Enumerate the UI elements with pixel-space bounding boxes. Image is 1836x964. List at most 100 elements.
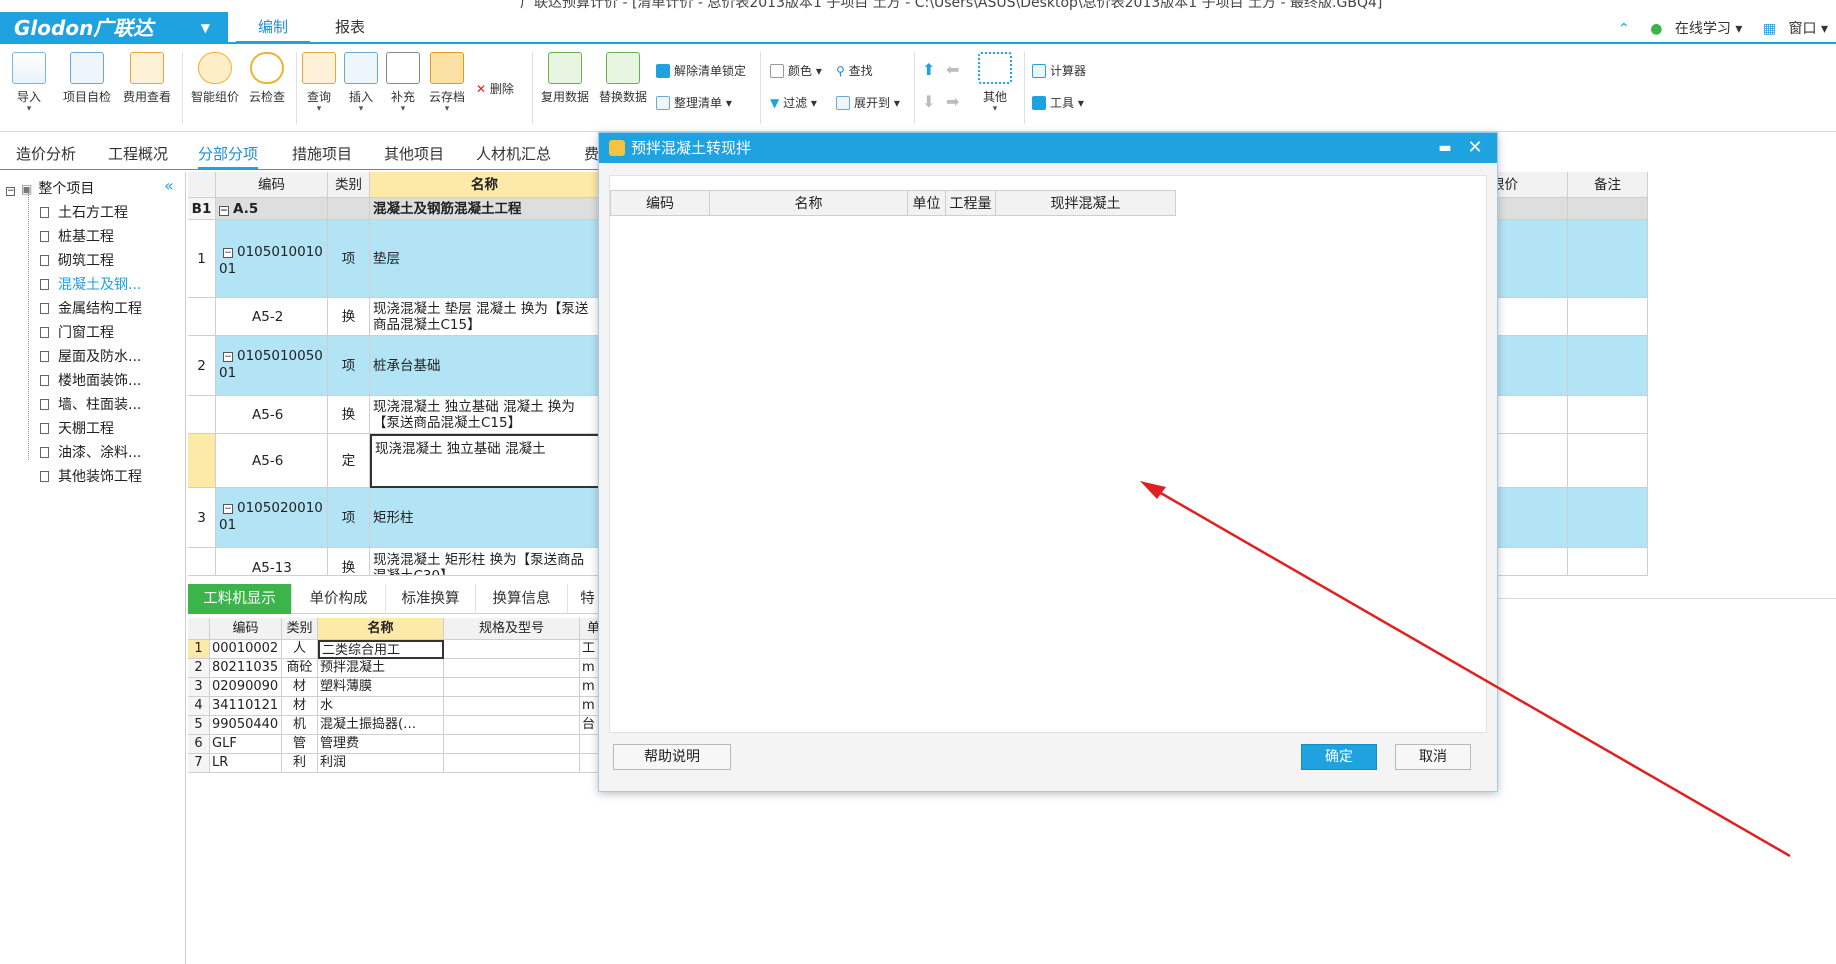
table-header-code[interactable]: 编码 <box>210 618 282 640</box>
table-cell[interactable] <box>1568 198 1648 220</box>
table-cell[interactable] <box>1496 434 1568 488</box>
table-cell[interactable]: LR <box>210 754 282 773</box>
table-cell[interactable]: 预拌混凝土 <box>318 659 444 678</box>
dialog-header-name[interactable]: 名称 <box>710 190 908 216</box>
brand-menu-button[interactable]: Glodon广联达 ▼ <box>0 12 228 44</box>
tab-other-items[interactable]: 其他项目 <box>384 142 444 170</box>
import-button[interactable]: 导入 ▾ <box>0 52 58 114</box>
tab-cost-analysis[interactable]: 造价分析 <box>16 142 76 170</box>
tab-fee[interactable]: 费 <box>584 142 599 170</box>
table-cell[interactable] <box>1496 488 1568 548</box>
tab-conversion-info[interactable]: 换算信息 <box>476 584 568 614</box>
table-cell[interactable] <box>1496 336 1568 396</box>
table-cell[interactable] <box>1568 434 1648 488</box>
table-cell[interactable] <box>1568 488 1648 548</box>
table-cell[interactable]: 项 <box>328 220 370 298</box>
move-down-icon[interactable]: ⬇ <box>922 92 935 111</box>
find-button[interactable]: ⚲ 查找 <box>836 62 873 79</box>
row-index[interactable] <box>188 396 216 434</box>
tab-standard-conversion[interactable]: 标准换算 <box>386 584 476 614</box>
table-cell[interactable]: 80211035 <box>210 659 282 678</box>
table-cell[interactable] <box>1496 548 1568 576</box>
table-cell[interactable]: 定 <box>328 434 370 488</box>
tree-item[interactable]: 桩基工程 <box>40 226 114 246</box>
row-index[interactable] <box>188 548 216 576</box>
row-index[interactable]: 4 <box>188 697 210 716</box>
tree-item[interactable]: 屋面及防水... <box>40 346 141 366</box>
collapse-panel-icon[interactable]: « <box>164 176 174 195</box>
cloud-save-button[interactable]: 云存档 ▾ <box>418 52 476 114</box>
self-check-button[interactable]: 项目自检 <box>58 52 116 105</box>
row-index[interactable]: 2 <box>188 659 210 678</box>
organize-list-button[interactable]: 整理清单 ▾ <box>656 94 732 111</box>
tab-unit-price-composition[interactable]: 单价构成 <box>292 584 386 614</box>
other-button[interactable]: 其他 ▾ <box>966 52 1024 114</box>
table-cell[interactable]: 现浇混凝土 矩形柱 换为【泵送商品混凝土C30】 <box>370 548 600 576</box>
replace-data-button[interactable]: 替换数据 <box>594 52 652 105</box>
table-cell[interactable] <box>1496 198 1568 220</box>
tree-item[interactable]: 金属结构工程 <box>40 298 142 318</box>
table-cell[interactable]: 混凝土振捣器(… <box>318 716 444 735</box>
tab-labor-material-summary[interactable]: 人材机汇总 <box>476 142 551 170</box>
tab-sub-items[interactable]: 分部分项 <box>198 142 259 170</box>
table-cell[interactable] <box>444 735 580 754</box>
table-cell[interactable] <box>1568 220 1648 298</box>
table-cell[interactable]: 人 <box>282 640 318 659</box>
cloud-check-button[interactable]: 云检查 <box>238 52 296 105</box>
table-cell[interactable]: 混凝土及钢筋混凝土工程 <box>370 198 600 220</box>
table-cell[interactable] <box>1496 220 1568 298</box>
row-index[interactable]: 7 <box>188 754 210 773</box>
dialog-header-code[interactable]: 编码 <box>610 190 710 216</box>
table-cell[interactable] <box>444 716 580 735</box>
row-index[interactable]: B1 <box>188 198 216 220</box>
tab-labor-material-display[interactable]: 工料机显示 <box>188 584 292 614</box>
table-row[interactable]: A5-2 <box>216 298 328 336</box>
table-cell[interactable]: GLF <box>210 735 282 754</box>
table-cell[interactable]: 现浇混凝土 垫层 混凝土 换为【泵送商品混凝土C15】 <box>370 298 600 336</box>
table-cell[interactable] <box>1568 396 1648 434</box>
table-header-max-price[interactable]: 最高限价 <box>1496 172 1568 198</box>
chevron-up-icon[interactable]: ⌃ <box>1618 21 1630 37</box>
table-cell[interactable] <box>328 198 370 220</box>
row-index[interactable]: 3 <box>188 488 216 548</box>
table-cell[interactable]: 材 <box>282 697 318 716</box>
cancel-button[interactable]: 取消 <box>1395 744 1471 770</box>
collapse-icon[interactable]: − <box>6 187 15 196</box>
table-cell[interactable]: 00010002 <box>210 640 282 659</box>
table-cell[interactable]: 项 <box>328 336 370 396</box>
row-index[interactable]: 6 <box>188 735 210 754</box>
table-header-spec[interactable]: 规格及型号 <box>444 618 580 640</box>
table-cell-active[interactable]: 现浇混凝土 独立基础 混凝土 <box>370 434 600 488</box>
fee-view-button[interactable]: 费用查看 <box>118 52 176 105</box>
row-index[interactable]: 3 <box>188 678 210 697</box>
table-row[interactable]: − A.5 <box>216 198 328 220</box>
table-row[interactable]: A5-13 <box>216 548 328 576</box>
maximize-icon[interactable]: ▬ <box>1435 133 1455 163</box>
row-index-selected[interactable] <box>188 434 216 488</box>
window-menu-button[interactable]: ▦ 窗口 ▾ <box>1755 21 1828 37</box>
table-cell[interactable]: 利 <box>282 754 318 773</box>
table-cell[interactable] <box>444 754 580 773</box>
table-row[interactable]: A5-6 <box>216 396 328 434</box>
table-header-type[interactable]: 类别 <box>328 172 370 198</box>
table-cell[interactable]: 材 <box>282 678 318 697</box>
dialog-header-unit[interactable]: 单位 <box>908 190 946 216</box>
collapse-icon[interactable]: − <box>223 248 233 258</box>
table-row[interactable]: −010501005001 <box>216 336 328 396</box>
move-up-icon[interactable]: ⬆ <box>922 60 935 79</box>
table-cell[interactable]: 换 <box>328 298 370 336</box>
row-index[interactable]: 5 <box>188 716 210 735</box>
table-cell[interactable] <box>1568 548 1648 576</box>
table-cell[interactable]: 换 <box>328 548 370 576</box>
row-index[interactable]: 2 <box>188 336 216 396</box>
ok-button[interactable]: 确定 <box>1301 744 1377 770</box>
table-header-name[interactable]: 名称 <box>318 618 444 640</box>
table-cell[interactable] <box>444 697 580 716</box>
table-row-selected[interactable]: A5-6 <box>216 434 328 488</box>
table-cell[interactable]: 现浇混凝土 独立基础 混凝土 换为【泵送商品混凝土C15】 <box>370 396 600 434</box>
tree-item[interactable]: 其他装饰工程 <box>40 466 142 486</box>
table-cell[interactable]: 管理费 <box>318 735 444 754</box>
tab-measures[interactable]: 措施项目 <box>292 142 352 170</box>
table-cell[interactable] <box>444 640 580 659</box>
filter-button[interactable]: ▼ 过滤 ▾ <box>770 94 817 111</box>
